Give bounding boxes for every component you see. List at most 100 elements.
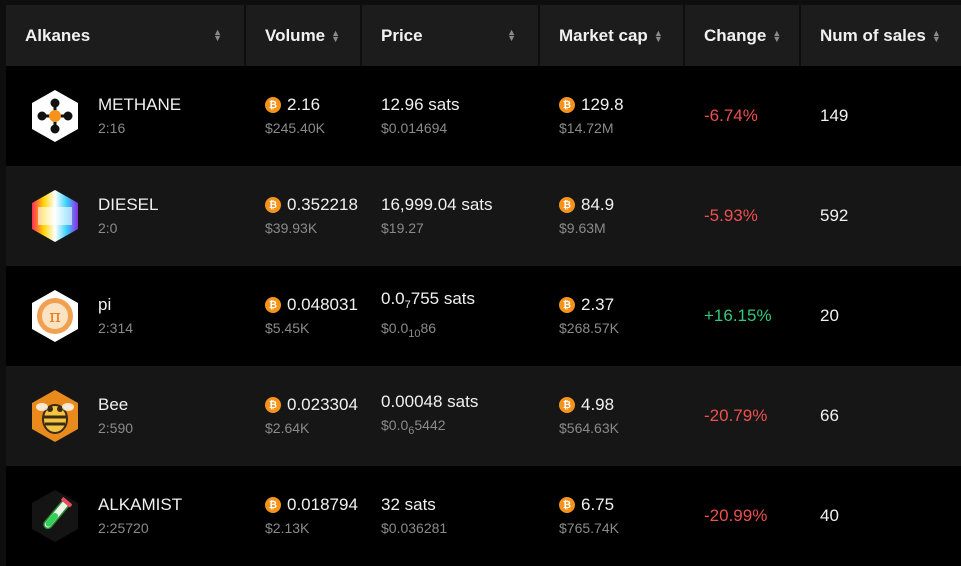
mcap-btc: 129.8 xyxy=(581,95,624,114)
column-header-volume[interactable]: Volume ▲ ▼ xyxy=(246,5,362,66)
change-value: -20.79% xyxy=(704,406,768,425)
price-sats: 0.00048 sats xyxy=(381,392,479,411)
column-header-alkanes[interactable]: Alkanes ▲ ▼ xyxy=(6,5,246,66)
token-name[interactable]: Bee xyxy=(98,394,133,416)
column-header-market-cap[interactable]: Market cap ▲ ▼ xyxy=(540,5,685,66)
alkamist-icon xyxy=(32,490,78,542)
bitcoin-icon: ₿ xyxy=(265,497,281,513)
token-cell: Bee 2:590 xyxy=(6,366,246,466)
market-cap-cell: ₿ 2.37 $268.57K xyxy=(540,266,685,366)
bitcoin-icon: ₿ xyxy=(559,397,575,413)
column-label: Num of sales xyxy=(820,25,926,45)
change-value: -20.99% xyxy=(704,506,768,525)
column-label: Change xyxy=(704,25,767,45)
market-cap-cell: ₿ 129.8 $14.72M xyxy=(540,66,685,166)
methane-icon xyxy=(32,90,78,142)
mcap-btc: 4.98 xyxy=(581,395,615,414)
table-row[interactable]: ALKAMIST 2:25720 ₿ 0.018794 $2.13K 32 sat… xyxy=(6,466,961,566)
volume-cell: ₿ 0.023304 $2.64K xyxy=(246,366,362,466)
bitcoin-icon: ₿ xyxy=(559,497,575,513)
sales-count: 40 xyxy=(820,506,839,525)
svg-text:π: π xyxy=(49,306,61,327)
volume-btc: 0.018794 xyxy=(287,495,358,514)
volume-btc: 0.023304 xyxy=(287,395,358,414)
mcap-btc: 2.37 xyxy=(581,295,615,314)
bitcoin-icon: ₿ xyxy=(265,97,281,113)
price-usd: $19.27 xyxy=(381,220,424,236)
token-id: 2:16 xyxy=(98,120,126,136)
sales-cell: 149 xyxy=(801,66,961,166)
bitcoin-icon: ₿ xyxy=(559,197,575,213)
price-cell: 32 sats $0.036281 xyxy=(362,466,540,566)
table-row[interactable]: Bee 2:590 ₿ 0.023304 $2.64K 0.00048 sats … xyxy=(6,366,961,466)
price-usd: $0.036281 xyxy=(381,520,448,536)
column-label: Market cap xyxy=(559,25,648,45)
bitcoin-icon: ₿ xyxy=(265,297,281,313)
token-id: 2:0 xyxy=(98,220,118,236)
volume-usd: $2.13K xyxy=(265,520,310,536)
mcap-usd: $9.63M xyxy=(559,220,606,236)
mcap-btc: 84.9 xyxy=(581,195,615,214)
token-id: 2:25720 xyxy=(98,520,149,536)
token-name[interactable]: pi xyxy=(98,294,133,316)
column-label: Volume xyxy=(265,25,326,45)
sort-icon[interactable]: ▲ ▼ xyxy=(331,28,340,43)
column-header-num-sales[interactable]: Num of sales ▲ ▼ xyxy=(801,5,961,66)
volume-btc: 0.352218 xyxy=(287,195,358,214)
bitcoin-icon: ₿ xyxy=(265,197,281,213)
mcap-usd: $268.57K xyxy=(559,320,619,336)
bitcoin-icon: ₿ xyxy=(559,97,575,113)
volume-usd: $39.93K xyxy=(265,220,318,236)
sales-cell: 20 xyxy=(801,266,961,366)
token-cell: DIESEL 2:0 xyxy=(6,166,246,266)
sort-icon[interactable]: ▲ ▼ xyxy=(932,28,941,43)
price-sats: 0.07755 sats xyxy=(381,289,476,311)
sort-icon[interactable]: ▲ ▼ xyxy=(507,28,516,43)
volume-cell: ₿ 0.018794 $2.13K xyxy=(246,466,362,566)
token-cell: ALKAMIST 2:25720 xyxy=(6,466,246,566)
price-sats: 12.96 sats xyxy=(381,95,460,114)
change-value: -5.93% xyxy=(704,206,758,225)
sort-icon[interactable]: ▲ ▼ xyxy=(772,28,781,43)
mcap-btc: 6.75 xyxy=(581,495,615,514)
table-row[interactable]: π pi 2:314 ₿ 0.048031 $5.45K 0.07755 sats… xyxy=(6,266,961,366)
bitcoin-icon: ₿ xyxy=(265,397,281,413)
sort-icon[interactable]: ▲ ▼ xyxy=(213,28,222,43)
table-row[interactable]: METHANE 2:16 ₿ 2.16 $245.40K 12.96 sats $… xyxy=(6,66,961,166)
volume-cell: ₿ 0.048031 $5.45K xyxy=(246,266,362,366)
sales-count: 20 xyxy=(820,306,839,325)
token-name[interactable]: DIESEL xyxy=(98,194,158,216)
volume-usd: $5.45K xyxy=(265,320,310,336)
pi-icon: π xyxy=(32,290,78,342)
sales-count: 592 xyxy=(820,206,849,225)
price-usd: $0.014694 xyxy=(381,120,448,136)
token-id: 2:590 xyxy=(98,420,134,436)
change-value: +16.15% xyxy=(704,306,772,325)
table-header: Alkanes ▲ ▼ Volume ▲ ▼ Price ▲ ▼ Market cap… xyxy=(6,5,961,66)
token-name[interactable]: METHANE xyxy=(98,94,181,116)
column-label: Alkanes xyxy=(25,25,91,45)
token-name[interactable]: ALKAMIST xyxy=(98,494,182,516)
sales-cell: 66 xyxy=(801,366,961,466)
volume-cell: ₿ 2.16 $245.40K xyxy=(246,66,362,166)
volume-usd: $245.40K xyxy=(265,120,325,136)
mcap-usd: $765.74K xyxy=(559,520,619,536)
volume-usd: $2.64K xyxy=(265,420,310,436)
price-cell: 0.00048 sats $0.065442 xyxy=(362,366,540,466)
change-cell: +16.15% xyxy=(685,266,801,366)
column-header-change[interactable]: Change ▲ ▼ xyxy=(685,5,801,66)
diesel-icon xyxy=(32,190,78,242)
price-sats: 16,999.04 sats xyxy=(381,195,493,214)
column-header-price[interactable]: Price ▲ ▼ xyxy=(362,5,540,66)
table-row[interactable]: DIESEL 2:0 ₿ 0.352218 $39.93K 16,999.04 s… xyxy=(6,166,961,266)
sort-icon[interactable]: ▲ ▼ xyxy=(654,28,663,43)
change-cell: -5.93% xyxy=(685,166,801,266)
volume-btc: 0.048031 xyxy=(287,295,358,314)
sales-cell: 592 xyxy=(801,166,961,266)
sales-count: 66 xyxy=(820,406,839,425)
change-cell: -6.74% xyxy=(685,66,801,166)
change-cell: -20.79% xyxy=(685,366,801,466)
market-cap-cell: ₿ 84.9 $9.63M xyxy=(540,166,685,266)
sales-count: 149 xyxy=(820,106,849,125)
alkanes-table: Alkanes ▲ ▼ Volume ▲ ▼ Price ▲ ▼ Market cap… xyxy=(6,5,961,566)
